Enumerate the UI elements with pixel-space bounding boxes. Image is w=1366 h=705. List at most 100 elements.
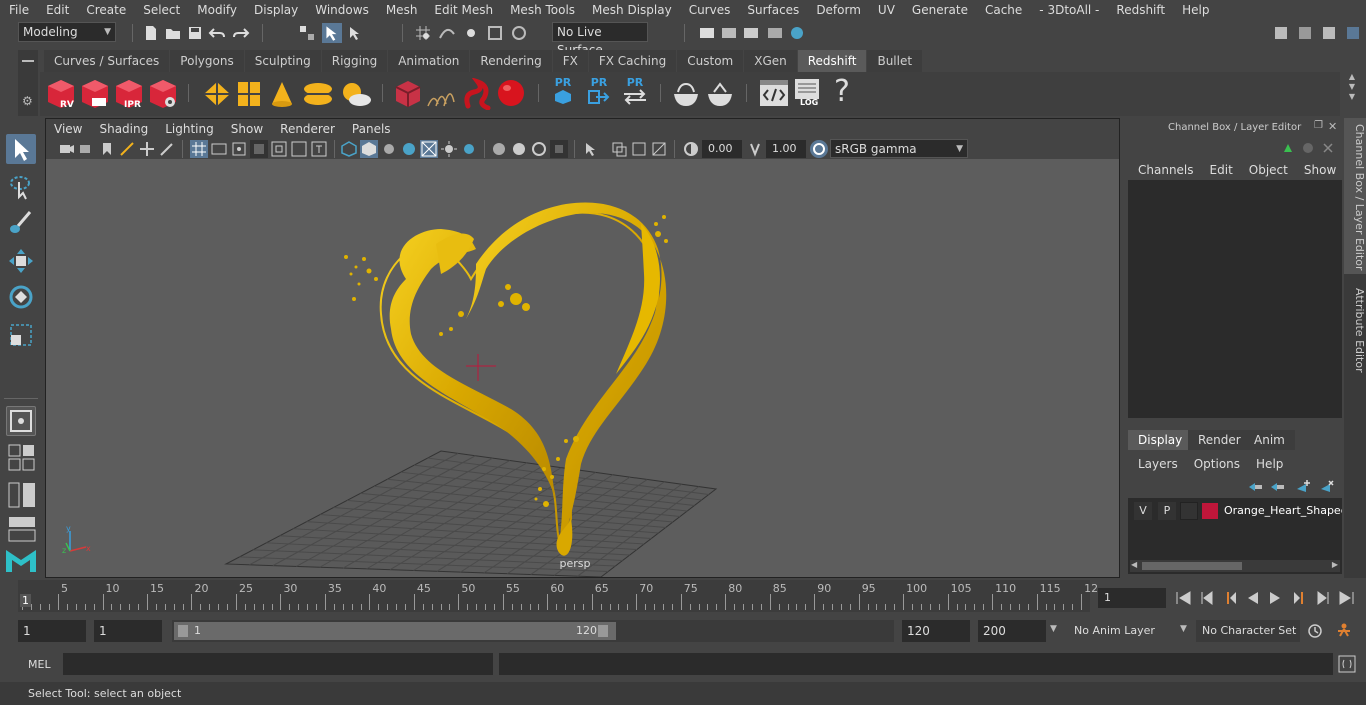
move-layer-down-icon[interactable] <box>1268 478 1286 496</box>
new-layer-selected-icon[interactable] <box>1318 478 1336 496</box>
step-back-frame-icon[interactable] <box>1222 590 1240 606</box>
select-tool[interactable] <box>6 134 36 164</box>
live-surface-field[interactable]: No Live Surface <box>552 22 648 57</box>
channel-box-menu-show[interactable]: Show <box>1296 163 1344 177</box>
resolution-gate-icon[interactable] <box>230 140 248 158</box>
shelf-tab-custom[interactable]: Custom <box>677 50 744 72</box>
anim-layer-arrow-icon[interactable]: ▼ <box>1050 624 1057 634</box>
viewport-menu-view[interactable]: View <box>46 122 91 136</box>
snap-point-icon[interactable] <box>462 24 480 42</box>
lasso-tool[interactable] <box>6 172 36 202</box>
panel-close-icon[interactable]: ✕ <box>1328 120 1337 133</box>
layer-color-swatch[interactable] <box>1202 503 1218 519</box>
play-forwards-icon[interactable] <box>1266 590 1284 606</box>
menu-item-generate[interactable]: Generate <box>903 3 976 17</box>
log-viewer-icon[interactable]: LOG <box>794 78 824 110</box>
color-management-icon[interactable] <box>810 140 828 158</box>
channel-box-menu-channels[interactable]: Channels <box>1130 163 1202 177</box>
menu-item-mesh-tools[interactable]: Mesh Tools <box>501 3 583 17</box>
menu-item-surfaces[interactable]: Surfaces <box>738 3 807 17</box>
shelf-tab-rigging[interactable]: Rigging <box>321 50 388 72</box>
go-to-start-icon[interactable] <box>1174 590 1192 606</box>
snap-live-icon[interactable] <box>510 24 528 42</box>
area-light-icon[interactable] <box>202 80 232 108</box>
select-object-icon[interactable] <box>322 23 342 43</box>
redo-icon[interactable] <box>232 24 250 42</box>
safe-title-icon[interactable] <box>310 140 328 158</box>
pr-import-icon[interactable]: PR <box>586 76 612 112</box>
step-forward-frame-icon[interactable] <box>1290 590 1308 606</box>
channel-box-side-tab[interactable]: Channel Box / Layer Editor <box>1344 118 1366 274</box>
menu-item-uv[interactable]: UV <box>869 3 903 17</box>
undo-icon[interactable] <box>208 24 226 42</box>
hypershade-icon[interactable] <box>788 24 806 42</box>
volume-icon[interactable] <box>462 78 494 110</box>
range-start-grip[interactable] <box>178 625 188 637</box>
shelf-tab-curves-surfaces[interactable]: Curves / Surfaces <box>44 50 170 72</box>
menu-item-curves[interactable]: Curves <box>680 3 739 17</box>
workspace-icon[interactable] <box>1272 24 1290 42</box>
viewport-menu-shading[interactable]: Shading <box>91 122 157 136</box>
range-bar-track[interactable]: 1 120 <box>172 620 894 642</box>
wireframe-icon[interactable] <box>340 140 358 158</box>
pr-convert-icon[interactable]: PR <box>620 76 650 112</box>
viewport-menu-panels[interactable]: Panels <box>344 122 400 136</box>
dome-light-icon[interactable] <box>302 80 334 108</box>
safe-action-icon[interactable] <box>290 140 308 158</box>
range-end-grip[interactable] <box>598 625 608 637</box>
menu-item-windows[interactable]: Windows <box>306 3 377 17</box>
character-set-dropdown[interactable]: No Character Set <box>1196 620 1300 642</box>
camera-attributes-icon[interactable] <box>78 140 96 158</box>
ipr-icon[interactable]: IPR <box>114 78 144 110</box>
shelf-settings-gear-icon[interactable]: ⚙ <box>22 94 33 108</box>
character-set-arrow-icon[interactable]: ▼ <box>1180 624 1187 634</box>
playback-start-field[interactable]: 1 <box>94 620 162 642</box>
menu-item-display[interactable]: Display <box>245 3 306 17</box>
open-scene-icon[interactable] <box>164 24 182 42</box>
proxy-icon[interactable] <box>394 79 422 109</box>
use-lights-icon[interactable] <box>440 140 458 158</box>
menu-item-edit[interactable]: Edit <box>37 3 77 17</box>
new-layer-icon[interactable] <box>1294 478 1312 496</box>
grid-pivot-icon[interactable] <box>138 140 156 158</box>
sphere-material-icon[interactable] <box>496 78 528 110</box>
soft-select-tool[interactable] <box>6 406 36 436</box>
save-scene-icon[interactable] <box>186 24 204 42</box>
step-forward-key-icon[interactable] <box>1314 590 1332 606</box>
exposure-field[interactable]: 0.00 <box>702 140 742 158</box>
animation-end-field[interactable]: 200 <box>978 620 1046 642</box>
select-hierarchy-icon[interactable] <box>298 24 316 42</box>
bake-sequence-icon[interactable] <box>704 80 736 108</box>
channel-box-options-icon[interactable] <box>1282 140 1336 156</box>
layer-list-scrollbar[interactable]: ◀ ▶ <box>1130 560 1340 572</box>
gamma-icon[interactable] <box>746 140 764 158</box>
pencil-icon[interactable] <box>158 140 176 158</box>
attribute-editor-side-tab[interactable]: Attribute Editor <box>1344 282 1366 392</box>
scale-tool[interactable] <box>6 320 36 350</box>
animation-prefs-icon[interactable] <box>1334 622 1354 640</box>
camera-select-icon[interactable] <box>58 140 76 158</box>
menu-item-help[interactable]: Help <box>1173 3 1217 17</box>
menu-item-create[interactable]: Create <box>77 3 134 17</box>
default-material-icon[interactable] <box>380 140 398 158</box>
snap-grid-icon[interactable] <box>414 24 432 42</box>
shadows-icon[interactable] <box>460 140 478 158</box>
snap-view-plane-icon[interactable] <box>486 24 504 42</box>
layout-graph-icon[interactable] <box>8 516 38 542</box>
auto-key-icon[interactable] <box>1306 622 1324 640</box>
select-component-icon[interactable] <box>346 24 364 42</box>
layer-row[interactable]: V P Orange_Heart_Shaped <box>1130 502 1342 520</box>
layer-menu-options[interactable]: Options <box>1186 457 1248 471</box>
layer-playback-toggle[interactable]: P <box>1158 502 1176 520</box>
shelf-tab-animation[interactable]: Animation <box>388 50 470 72</box>
render-frame-icon[interactable] <box>720 24 738 42</box>
snap-curve-icon[interactable] <box>438 24 456 42</box>
spot-light-icon[interactable] <box>268 80 296 108</box>
wireframe-on-shaded-icon[interactable] <box>400 140 418 158</box>
mode-dropdown[interactable]: Modeling ▼ <box>18 22 116 42</box>
shelf-tab-redshift[interactable]: Redshift <box>797 50 867 72</box>
script-language-toggle[interactable]: MEL <box>28 658 51 671</box>
script-editor-button-icon[interactable] <box>1338 655 1356 673</box>
current-frame-marker[interactable]: 1 <box>20 594 31 607</box>
grid-toggle-icon[interactable] <box>190 140 208 158</box>
